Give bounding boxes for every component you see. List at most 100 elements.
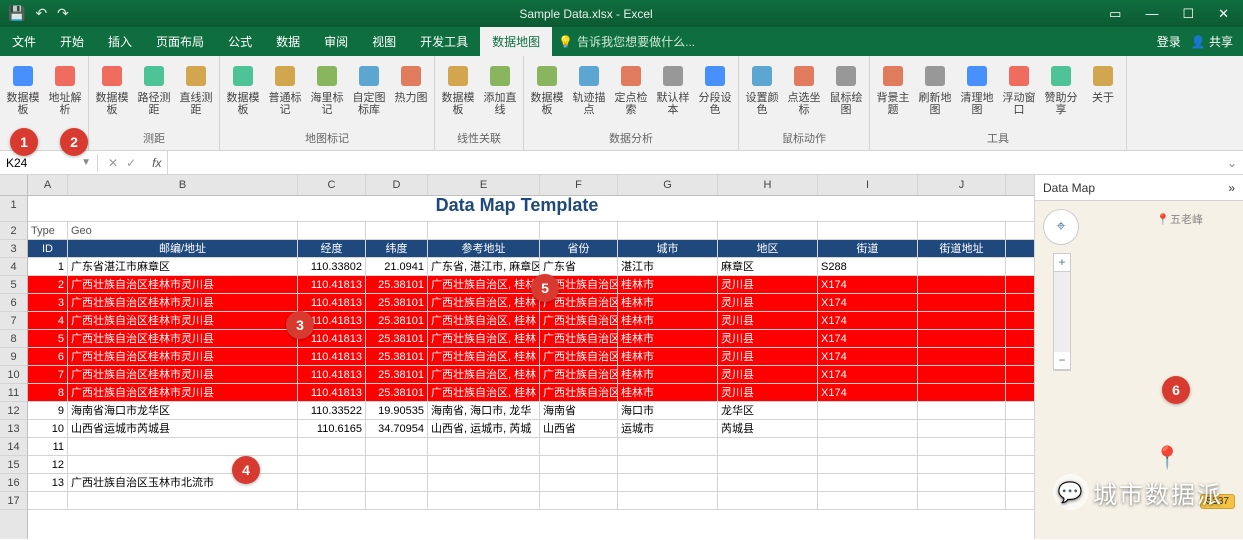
cell[interactable]: 13 (28, 474, 68, 491)
menu-tab-8[interactable]: 开发工具 (408, 27, 480, 56)
cell[interactable]: 25.38101 (366, 330, 428, 347)
ribbon-数据模板[interactable]: 数据模板 (224, 58, 262, 116)
ribbon-轨迹描点[interactable]: 轨迹描点 (570, 58, 608, 116)
cell[interactable]: 运城市 (618, 420, 718, 437)
zoom-in-button[interactable]: + (1054, 254, 1070, 272)
cell[interactable]: 广西壮族自治区桂林市灵川县 (68, 294, 298, 311)
cell[interactable]: 广西壮族自治区桂林市灵川县 (68, 384, 298, 401)
cell[interactable]: 110.41813 (298, 348, 366, 365)
row-header[interactable]: 10 (0, 366, 27, 384)
ribbon-数据模板[interactable]: 数据模板 (528, 58, 566, 116)
ribbon-地址解析[interactable]: 地址解析 (46, 58, 84, 116)
col-header[interactable]: G (618, 175, 718, 195)
row-header[interactable]: 2 (0, 222, 27, 240)
cell[interactable]: 山西省运城市芮城县 (68, 420, 298, 437)
cell[interactable]: 桂林市 (618, 330, 718, 347)
cell[interactable]: 龙华区 (718, 402, 818, 419)
cell[interactable] (918, 384, 1006, 401)
cell[interactable]: 山西省 (540, 420, 618, 437)
cell[interactable]: X174 (818, 276, 918, 293)
cell[interactable] (918, 294, 1006, 311)
ribbon-热力图[interactable]: 热力图 (392, 58, 430, 104)
cell[interactable]: 邮编/地址 (68, 240, 298, 257)
expand-formula-icon[interactable]: ⌄ (1221, 156, 1243, 170)
menu-tab-5[interactable]: 数据 (264, 27, 312, 56)
ribbon-设置颜色[interactable]: 设置颜色 (743, 58, 781, 116)
cell[interactable]: 广西壮族自治区, 桂林 (428, 330, 540, 347)
row-header[interactable]: 4 (0, 258, 27, 276)
row-header[interactable]: 6 (0, 294, 27, 312)
cell[interactable]: 110.41813 (298, 276, 366, 293)
cell[interactable]: X174 (818, 330, 918, 347)
cell[interactable]: 11 (28, 438, 68, 455)
cell[interactable]: 110.41813 (298, 384, 366, 401)
cell[interactable] (818, 492, 918, 509)
cell[interactable] (366, 438, 428, 455)
cell[interactable] (618, 456, 718, 473)
cell[interactable]: 25.38101 (366, 384, 428, 401)
cell[interactable]: 广东省湛江市麻章区 (68, 258, 298, 275)
ribbon-自定图标库[interactable]: 自定图标库 (350, 58, 388, 116)
cell[interactable]: 广西壮族自治区桂林市灵川县 (68, 366, 298, 383)
cell[interactable]: 桂林市 (618, 366, 718, 383)
cell[interactable] (298, 438, 366, 455)
cell[interactable]: 12 (28, 456, 68, 473)
cell[interactable] (918, 348, 1006, 365)
ribbon-定点检索[interactable]: 定点检索 (612, 58, 650, 116)
cell[interactable] (718, 222, 818, 239)
close-icon[interactable]: ✕ (1218, 6, 1229, 22)
compass-icon[interactable]: ⌖ (1043, 209, 1079, 245)
cell[interactable] (918, 456, 1006, 473)
maximize-icon[interactable]: ☐ (1182, 6, 1194, 22)
cell[interactable] (540, 474, 618, 491)
cell[interactable]: 9 (28, 402, 68, 419)
cell[interactable]: 110.41813 (298, 294, 366, 311)
cell[interactable]: 地区 (718, 240, 818, 257)
cell[interactable] (818, 420, 918, 437)
cell[interactable]: 2 (28, 276, 68, 293)
cell[interactable] (818, 438, 918, 455)
cell[interactable]: 5 (28, 330, 68, 347)
ribbon-路径测距[interactable]: 路径测距 (135, 58, 173, 116)
map-marker-icon[interactable]: 📍 (1154, 445, 1181, 471)
cell[interactable]: 广西壮族自治区, 桂林 (428, 276, 540, 293)
cell[interactable] (540, 456, 618, 473)
cell[interactable] (618, 222, 718, 239)
row-header[interactable]: 17 (0, 492, 27, 510)
cell[interactable]: 10 (28, 420, 68, 437)
minimize-icon[interactable]: — (1145, 6, 1158, 22)
cell[interactable]: 街道 (818, 240, 918, 257)
cell[interactable]: 海南省 (540, 402, 618, 419)
cell[interactable] (818, 402, 918, 419)
cell[interactable] (68, 456, 298, 473)
row-header[interactable]: 1 (0, 196, 27, 222)
cell[interactable]: 广西壮族自治区 (540, 384, 618, 401)
undo-icon[interactable]: ↶ (35, 5, 47, 22)
cell[interactable] (540, 222, 618, 239)
name-box[interactable]: K24 ▼ (0, 154, 98, 172)
save-icon[interactable]: 💾 (8, 5, 25, 22)
formula-input[interactable] (167, 151, 1220, 174)
worksheet-grid[interactable]: ABCDEFGHIJ Data Map TemplateTypeGeoID邮编/… (28, 175, 1034, 539)
cell[interactable] (818, 222, 918, 239)
cell[interactable] (918, 420, 1006, 437)
cell[interactable]: 21.0941 (366, 258, 428, 275)
cell[interactable]: 广西壮族自治区 (540, 348, 618, 365)
col-header[interactable]: I (818, 175, 918, 195)
cell[interactable] (818, 456, 918, 473)
ribbon-默认样本[interactable]: 默认样本 (654, 58, 692, 116)
cell[interactable] (298, 474, 366, 491)
row-header[interactable]: 15 (0, 456, 27, 474)
cell[interactable] (918, 402, 1006, 419)
cell[interactable] (718, 456, 818, 473)
row-header[interactable]: 11 (0, 384, 27, 402)
cell[interactable]: X174 (818, 348, 918, 365)
cell[interactable]: 110.33522 (298, 402, 366, 419)
ribbon-options-icon[interactable]: ▭ (1109, 6, 1121, 22)
cell[interactable]: 7 (28, 366, 68, 383)
cell[interactable]: 广西壮族自治区 (540, 276, 618, 293)
ribbon-添加直线[interactable]: 添加直线 (481, 58, 519, 116)
panel-expand-icon[interactable]: » (1228, 181, 1235, 195)
cell[interactable]: 桂林市 (618, 294, 718, 311)
cell[interactable]: 海口市 (618, 402, 718, 419)
